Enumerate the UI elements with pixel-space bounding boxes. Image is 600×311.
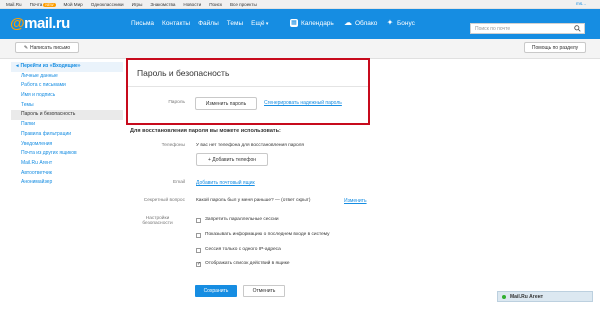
- topbar-link-search[interactable]: Поиск: [209, 2, 222, 7]
- option-checkbox-3[interactable]: [196, 261, 201, 267]
- password-label: Пароль: [168, 100, 185, 105]
- security-settings-label: Настройки безопасности: [130, 216, 185, 226]
- sidebar-item-collector[interactable]: Почта из других ящиков: [11, 149, 123, 159]
- generate-password-link[interactable]: Сгенерировать надежный пароль: [264, 100, 342, 106]
- phones-text: У вас нет телефона для восстановления па…: [196, 143, 305, 148]
- calendar-label: Календарь: [301, 19, 334, 27]
- phones-label: Телефоны: [161, 143, 185, 148]
- logo-text: mail.ru: [24, 15, 70, 32]
- sidebar-item-security[interactable]: Пароль и безопасность: [11, 110, 123, 121]
- option-label-3: Отображать список действий в ящике: [205, 261, 290, 266]
- sidebar-item-notifications[interactable]: Уведомления: [11, 140, 123, 150]
- compose-button[interactable]: ✎ Написать письмо: [15, 42, 79, 53]
- arrow-left-icon: ◂: [16, 63, 19, 69]
- nav-files[interactable]: Файлы: [198, 20, 219, 27]
- topbar-link-ok[interactable]: Одноклассники: [91, 2, 124, 7]
- cloud-icon: ☁: [344, 18, 352, 27]
- sidebar-item-anonymizer[interactable]: Анонимайзер: [11, 178, 123, 188]
- add-email-link[interactable]: Добавить почтовый ящик: [196, 180, 255, 186]
- topbar-link-mail-label: Почта: [29, 1, 43, 7]
- mail-header: @mail.ru Письма Контакты Файлы Темы Ещё …: [0, 9, 600, 39]
- topbar-link-mailru[interactable]: Mail.Ru: [6, 2, 22, 7]
- sidebar-item-letters[interactable]: Работа с письмами: [11, 81, 123, 91]
- security-label-line2: безопасности: [142, 221, 173, 226]
- logo-at-symbol: @: [10, 15, 25, 32]
- topbar-user[interactable]: ms...: [576, 1, 586, 6]
- secret-question-text: Какой пароль был у меня раньше? — (ответ…: [196, 198, 311, 203]
- main-nav: Письма Контакты Файлы Темы Ещё: [131, 20, 276, 27]
- divider: [128, 86, 368, 87]
- option-label-2: Сессия только с одного IP-адреса: [205, 247, 281, 252]
- recovery-heading: Для восстановления пароля вы можете испо…: [130, 128, 281, 134]
- agent-label: Mail.Ru Агент: [510, 293, 544, 300]
- option-label-1: Показывать информацию о последнем входе …: [205, 232, 330, 237]
- cancel-button[interactable]: Отменить: [243, 285, 285, 297]
- email-label: Email: [173, 180, 185, 185]
- add-phone-button[interactable]: + Добавить телефон: [196, 153, 268, 166]
- sidebar-item-signature[interactable]: Имя и подпись: [11, 91, 123, 101]
- page-title: Пароль и безопасность: [137, 68, 230, 78]
- nav-more[interactable]: Ещё: [251, 20, 268, 27]
- option-label-0: Запретить параллельные сессии: [205, 217, 279, 222]
- toolbar: [0, 39, 600, 59]
- sidebar-item-back-inbox[interactable]: ◂ Перейти из «Входящие»: [11, 62, 123, 72]
- sidebar-item-back-label: Перейти из «Входящие»: [20, 63, 81, 69]
- mailru-logo[interactable]: @mail.ru: [10, 15, 70, 32]
- pencil-icon: ✎: [23, 44, 29, 51]
- search-icon[interactable]: [574, 25, 581, 32]
- bonus-link[interactable]: ✦ Бонус: [386, 19, 415, 27]
- secret-change-link[interactable]: Изменить: [344, 198, 367, 204]
- calendar-icon: ▦: [290, 19, 298, 27]
- cloud-label: Облако: [355, 19, 378, 27]
- agent-widget[interactable]: Mail.Ru Агент: [497, 291, 593, 302]
- option-checkbox-0[interactable]: [196, 218, 201, 223]
- topbar-link-news[interactable]: Новости: [183, 2, 201, 7]
- help-button[interactable]: Помощь по разделу: [524, 42, 586, 53]
- nav-themes[interactable]: Темы: [227, 20, 243, 27]
- option-checkbox-1[interactable]: [196, 233, 201, 238]
- bonus-icon: ✦: [386, 18, 394, 27]
- topbar-link-mail[interactable]: Почта NEW: [30, 2, 56, 7]
- change-password-button[interactable]: Изменить пароль: [195, 97, 257, 110]
- bonus-label: Бонус: [397, 19, 415, 27]
- sidebar-item-personal[interactable]: Личные данные: [11, 72, 123, 82]
- nav-letters[interactable]: Письма: [131, 20, 154, 27]
- sidebar-item-filters[interactable]: Правила фильтрации: [11, 130, 123, 140]
- sidebar-item-agent[interactable]: Mail.Ru Агент: [11, 159, 123, 169]
- compose-label: Написать письмо: [30, 44, 71, 51]
- online-status-icon: [502, 294, 506, 299]
- topbar-link-dating[interactable]: Знакомства: [150, 2, 175, 7]
- nav-contacts[interactable]: Контакты: [162, 20, 190, 27]
- search-placeholder: Поиск по почте: [475, 25, 511, 32]
- secret-question-label: Секретный вопрос: [143, 198, 185, 203]
- topbar-link-all-projects[interactable]: Все проекты: [230, 2, 257, 7]
- portal-topbar: Mail.Ru Почта NEW Мой Мир Одноклассники И…: [0, 0, 600, 9]
- search-input[interactable]: Поиск по почте: [470, 23, 585, 34]
- settings-sidebar: ◂ Перейти из «Входящие» Личные данные Раб…: [11, 62, 123, 188]
- cloud-link[interactable]: ☁ Облако: [344, 19, 377, 27]
- topbar-link-games[interactable]: Игры: [132, 2, 143, 7]
- calendar-link[interactable]: ▦ Календарь: [290, 19, 334, 27]
- option-checkbox-2[interactable]: [196, 248, 201, 253]
- sidebar-item-autoreply[interactable]: Автоответчик: [11, 169, 123, 179]
- sidebar-item-folders[interactable]: Папки: [11, 120, 123, 130]
- sidebar-item-themes[interactable]: Темы: [11, 101, 123, 111]
- save-button[interactable]: Сохранить: [195, 285, 237, 297]
- new-badge: NEW: [43, 2, 56, 7]
- topbar-link-myworld[interactable]: Мой Мир: [64, 2, 83, 7]
